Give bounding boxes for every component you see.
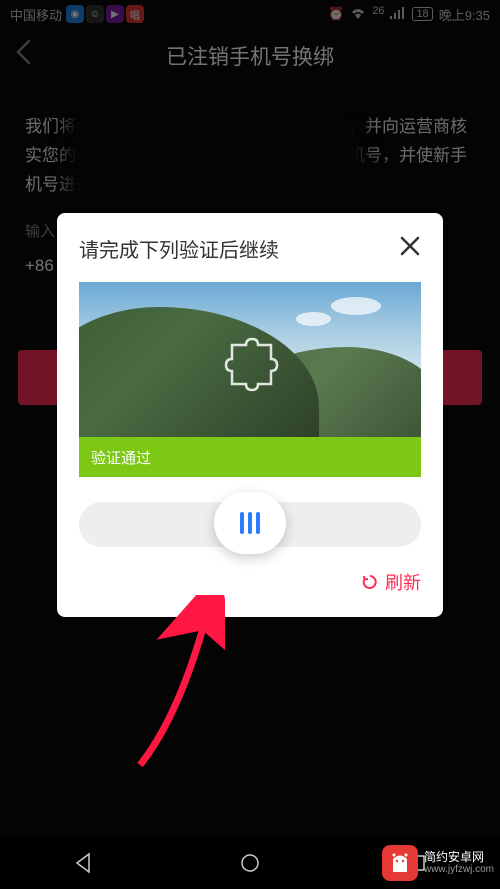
slider-handle[interactable] — [214, 492, 286, 554]
nav-back-button[interactable] — [71, 851, 95, 875]
watermark-text: 简约安卓网 www.jyfzwj.com — [424, 850, 494, 876]
refresh-icon — [361, 573, 379, 591]
refresh-label: 刷新 — [385, 569, 421, 595]
captcha-image: 验证通过 — [79, 282, 421, 477]
puzzle-piece-icon — [224, 337, 279, 392]
nav-home-button[interactable] — [238, 851, 262, 875]
refresh-button[interactable]: 刷新 — [79, 569, 421, 595]
close-button[interactable] — [399, 233, 421, 264]
success-banner: 验证通过 — [79, 437, 421, 477]
modal-header: 请完成下列验证后继续 — [79, 233, 421, 264]
slider-track[interactable] — [79, 502, 421, 547]
watermark: 简约安卓网 www.jyfzwj.com — [382, 845, 494, 881]
captcha-modal: 请完成下列验证后继续 验证通过 刷新 — [57, 213, 443, 617]
watermark-icon — [382, 845, 418, 881]
modal-title: 请完成下列验证后继续 — [79, 234, 279, 263]
